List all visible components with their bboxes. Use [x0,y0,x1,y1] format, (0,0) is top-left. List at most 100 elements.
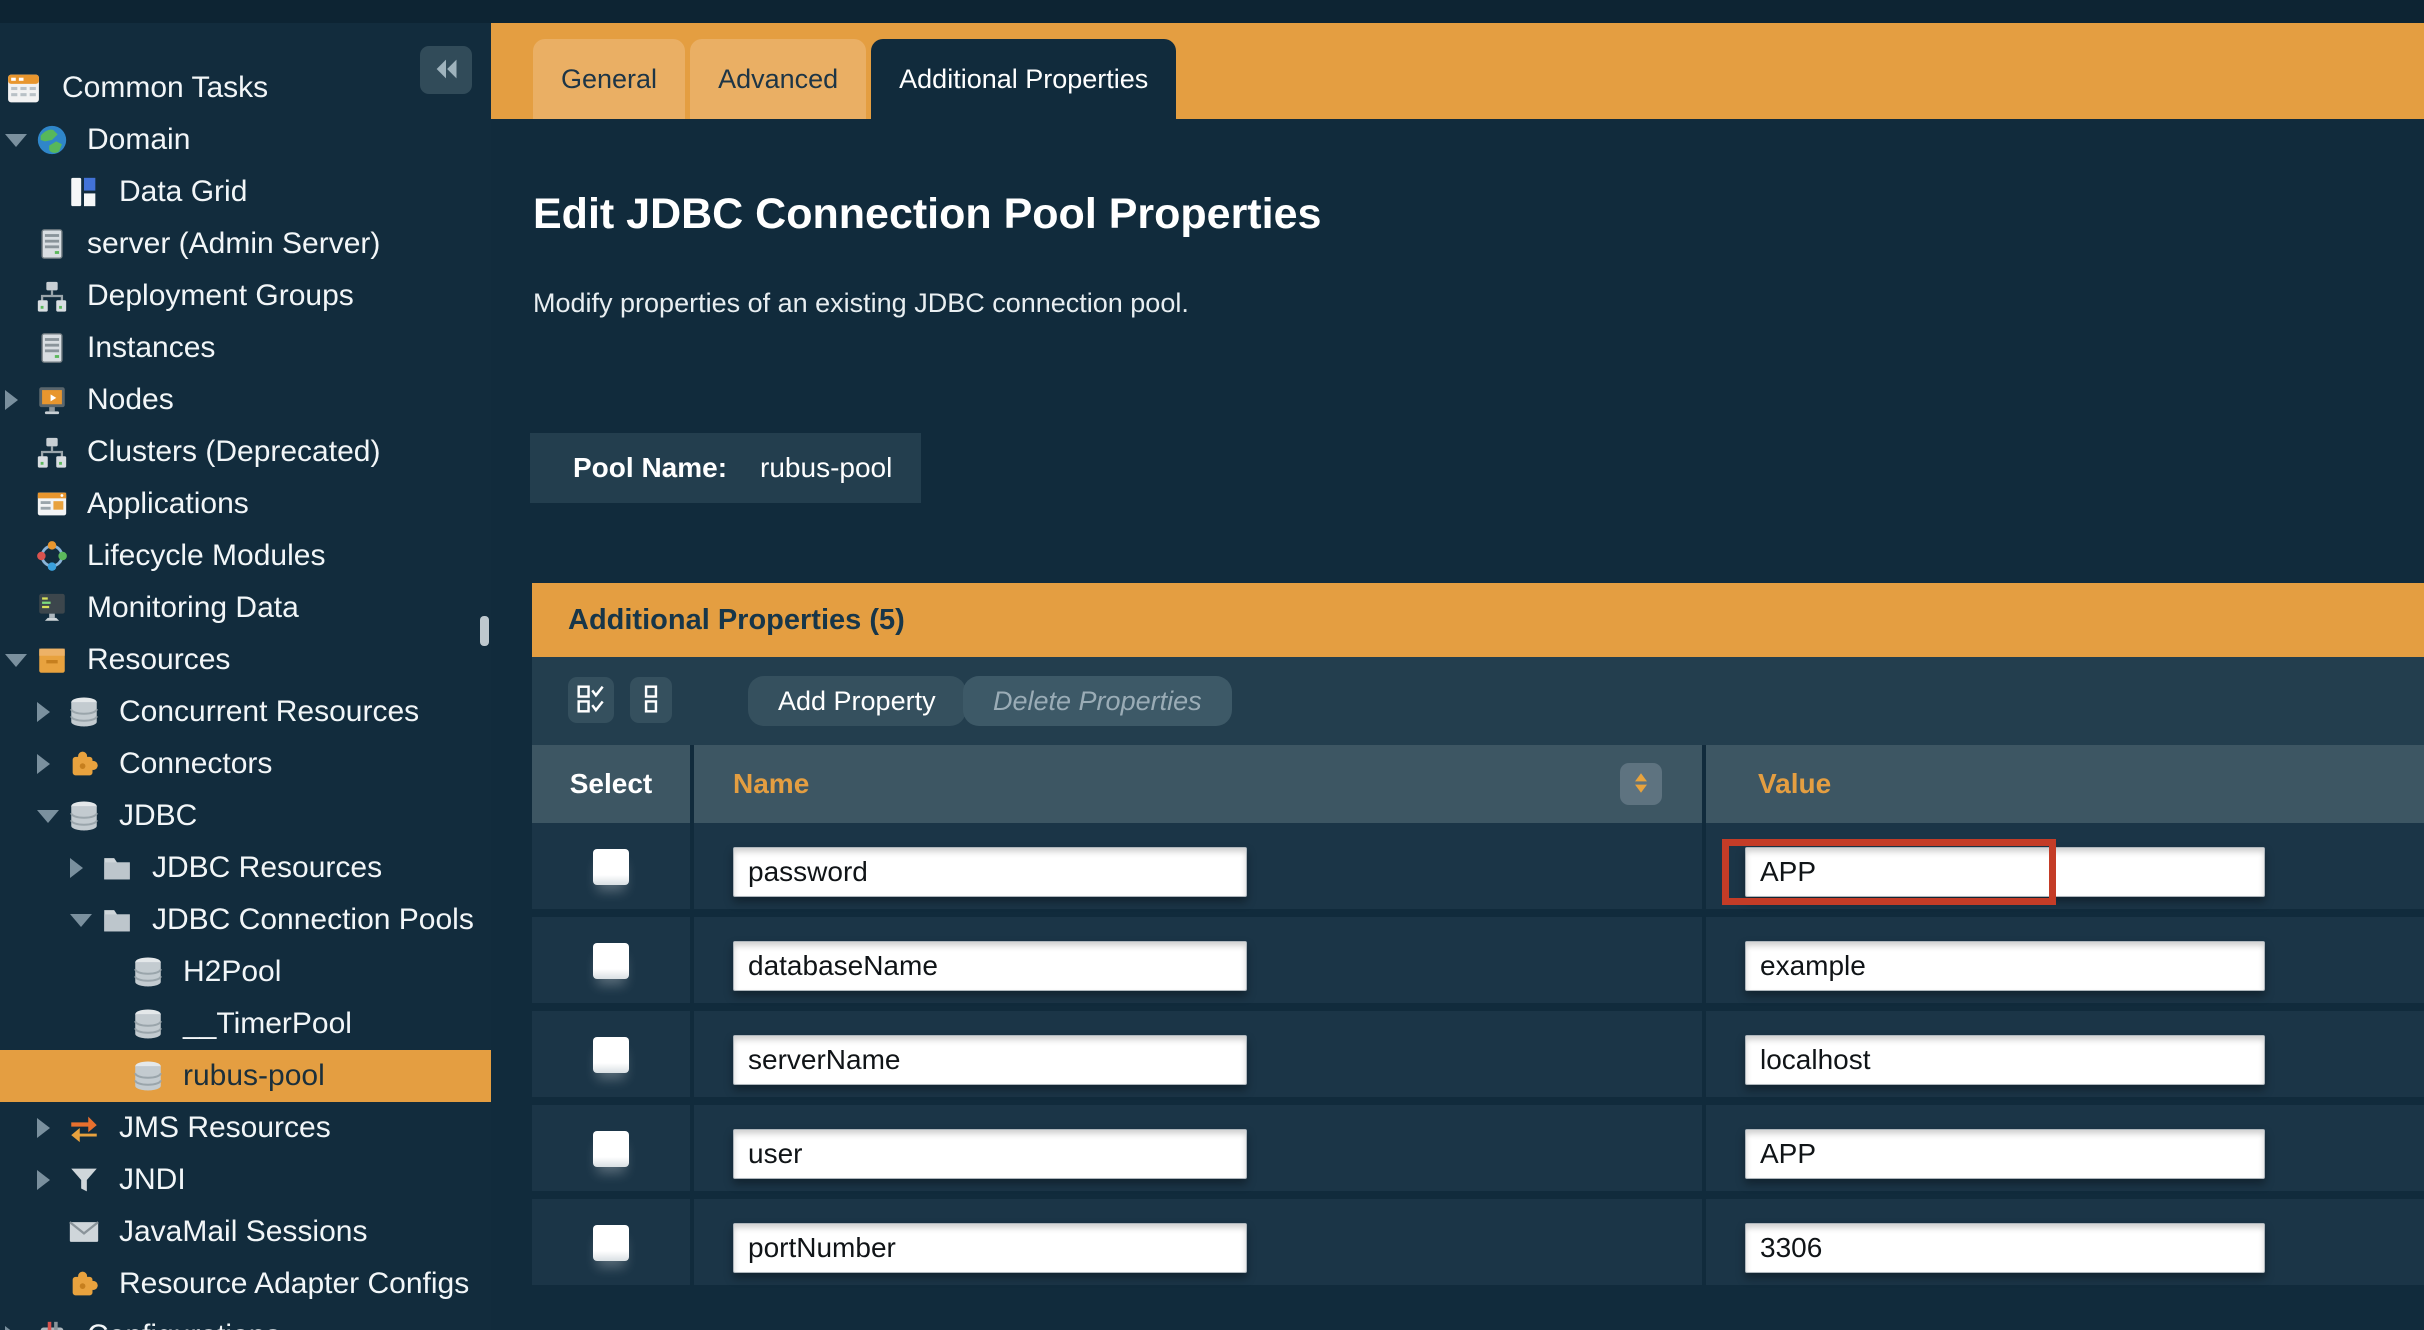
property-value-input[interactable] [1745,1035,2265,1085]
sidebar-item-clusters-deprecated[interactable]: Clusters (Deprecated) [0,426,491,478]
collapse-arrow-icon[interactable] [37,810,67,823]
table-row-user [532,1105,2424,1191]
value-cell [1706,1105,2424,1191]
datagrid-icon [67,175,119,209]
sidebar-item-label: JDBC Resources [152,851,382,885]
sidebar-item-domain[interactable]: Domain [0,114,491,166]
sidebar-item-instances[interactable]: Instances [0,322,491,374]
sidebar-collapse-button[interactable] [420,46,472,94]
jms-icon [67,1111,119,1145]
sidebar-item-jdbc[interactable]: JDBC [0,790,491,842]
deselect-all-icon [636,683,666,718]
sidebar-item-label: Lifecycle Modules [87,539,325,573]
sidebar-item-rubus-pool[interactable]: rubus-pool [0,1050,491,1102]
collapse-arrow-icon[interactable] [5,654,35,667]
sidebar-scrollbar[interactable] [480,616,489,646]
tab-advanced[interactable]: Advanced [690,39,866,119]
select-all-button[interactable] [568,677,614,723]
sidebar-item-javamail-sessions[interactable]: JavaMail Sessions [0,1206,491,1258]
sidebar-item-jdbc-connection-pools[interactable]: JDBC Connection Pools [0,894,491,946]
name-cell [694,1105,1702,1191]
sidebar-item-label: Concurrent Resources [119,695,419,729]
sidebar-item-label: Configurations [87,1319,280,1330]
sidebar-item-jndi[interactable]: JNDI [0,1154,491,1206]
property-name-input[interactable] [733,941,1247,991]
folder-icon [100,903,152,937]
sidebar-item-h2pool[interactable]: H2Pool [0,946,491,998]
box-icon [35,643,87,677]
sidebar-item-label: Instances [87,331,215,365]
expand-arrow-icon[interactable] [37,1170,67,1190]
sidebar-item-configurations[interactable]: Configurations [0,1310,491,1330]
delete-properties-button[interactable]: Delete Properties [963,676,1232,726]
add-property-button[interactable]: Add Property [748,676,966,726]
sidebar-item-deployment-groups[interactable]: Deployment Groups [0,270,491,322]
sidebar-item-monitoring-data[interactable]: Monitoring Data [0,582,491,634]
double-chevron-left-icon [432,55,460,86]
select-cell [532,1199,690,1285]
sidebar-item-jdbc-resources[interactable]: JDBC Resources [0,842,491,894]
column-header-select: Select [532,745,690,823]
sidebar-item-resource-adapter-configs[interactable]: Resource Adapter Configs [0,1258,491,1310]
value-cell [1706,1011,2424,1097]
sidebar-item-label: Connectors [119,747,272,781]
tree-icon [35,435,87,469]
sidebar-item-timerpool[interactable]: __TimerPool [0,998,491,1050]
expand-arrow-icon[interactable] [70,858,100,878]
select-cell [532,917,690,1003]
tab-additional-properties[interactable]: Additional Properties [871,39,1176,119]
select-cell [532,1105,690,1191]
monitor-dark-icon [35,591,87,625]
deselect-all-button[interactable] [630,677,672,723]
property-value-input[interactable] [1745,847,2265,897]
sidebar-item-data-grid[interactable]: Data Grid [0,166,491,218]
property-name-input[interactable] [733,1129,1247,1179]
sidebar-item-label: __TimerPool [183,1007,352,1041]
sidebar-item-label: JDBC [119,799,197,833]
sidebar-item-resources[interactable]: Resources [0,634,491,686]
sidebar-item-concurrent-resources[interactable]: Concurrent Resources [0,686,491,738]
property-name-input[interactable] [733,1223,1247,1273]
collapse-arrow-icon[interactable] [5,134,35,147]
property-name-input[interactable] [733,847,1247,897]
expand-arrow-icon[interactable] [37,1118,67,1138]
sidebar-item-common-tasks[interactable]: Common Tasks [0,62,491,114]
property-value-input[interactable] [1745,1129,2265,1179]
row-checkbox[interactable] [593,849,629,885]
expand-arrow-icon[interactable] [37,702,67,722]
sidebar-item-connectors[interactable]: Connectors [0,738,491,790]
expand-arrow-icon[interactable] [5,1326,35,1330]
row-checkbox[interactable] [593,1037,629,1073]
properties-toolbar: Add Property Delete Properties [532,657,2424,745]
expand-arrow-icon[interactable] [5,390,35,410]
sort-name-button[interactable] [1620,763,1662,805]
row-checkbox[interactable] [593,1131,629,1167]
value-cell [1706,823,2424,909]
sidebar-item-lifecycle-modules[interactable]: Lifecycle Modules [0,530,491,582]
db-icon [67,695,119,729]
sidebar-item-label: Applications [87,487,249,521]
lifecycle-icon [35,539,87,573]
property-value-input[interactable] [1745,941,2265,991]
row-checkbox[interactable] [593,1225,629,1261]
expand-arrow-icon[interactable] [37,754,67,774]
property-value-input[interactable] [1745,1223,2265,1273]
row-checkbox[interactable] [593,943,629,979]
funnel-icon [67,1163,119,1197]
sidebar-item-nodes[interactable]: Nodes [0,374,491,426]
sidebar-item-label: JMS Resources [119,1111,331,1145]
column-header-name: Name [694,745,1702,823]
property-name-input[interactable] [733,1035,1247,1085]
collapse-arrow-icon[interactable] [70,914,100,927]
mail-icon [67,1215,119,1249]
sidebar-item-label: server (Admin Server) [87,227,380,261]
select-all-icon [576,683,606,718]
tab-general[interactable]: General [533,39,685,119]
top-strip [0,0,2424,23]
sidebar-item-applications[interactable]: Applications [0,478,491,530]
pool-name-value: rubus-pool [760,452,892,484]
name-cell [694,1199,1702,1285]
sidebar-item-server-admin-server[interactable]: server (Admin Server) [0,218,491,270]
sidebar-item-jms-resources[interactable]: JMS Resources [0,1102,491,1154]
sidebar-item-label: Nodes [87,383,174,417]
